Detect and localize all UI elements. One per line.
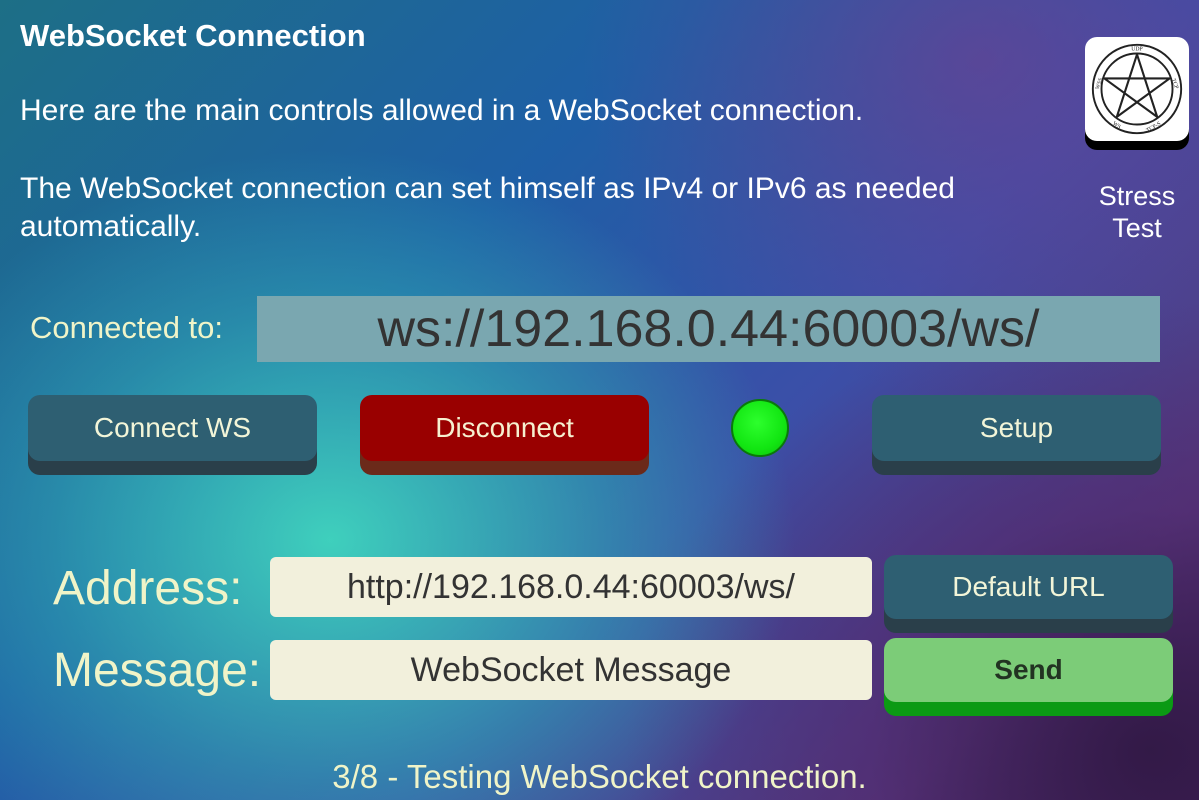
description-text-1: Here are the main controls allowed in a …	[20, 94, 864, 127]
stress-test-label-line2: Test	[1112, 213, 1162, 243]
connected-url-display: ws://192.168.0.44:60003/ws/	[257, 296, 1160, 362]
seal-text-wss: WSS	[1095, 77, 1105, 90]
status-text: 3/8 - Testing WebSocket connection.	[332, 758, 867, 795]
default-url-button[interactable]: Default URL	[884, 555, 1173, 619]
setup-button[interactable]: Setup	[872, 395, 1161, 461]
connected-label: Connected to:	[30, 310, 224, 345]
stress-test-label: Stress Test	[1084, 180, 1190, 244]
connection-status-indicator	[731, 399, 789, 457]
description-text-2: The WebSocket connection can set himself…	[20, 172, 955, 243]
address-label: Address:	[53, 562, 243, 615]
connect-ws-button[interactable]: Connect WS	[28, 395, 317, 461]
stress-test-label-line1: Stress	[1098, 181, 1176, 211]
seal-text-udp: UDP	[1131, 47, 1143, 53]
page-title: WebSocket Connection	[20, 18, 366, 53]
pentagram-seal-icon: UDP TCP TCP-S WS WSS	[1091, 43, 1183, 135]
message-input[interactable]: WebSocket Message	[270, 640, 872, 700]
address-input[interactable]: http://192.168.0.44:60003/ws/	[270, 557, 872, 617]
disconnect-button[interactable]: Disconnect	[360, 395, 649, 461]
send-button[interactable]: Send	[884, 638, 1173, 702]
stress-test-button[interactable]: UDP TCP TCP-S WS WSS	[1085, 37, 1189, 141]
message-label: Message:	[53, 644, 262, 697]
